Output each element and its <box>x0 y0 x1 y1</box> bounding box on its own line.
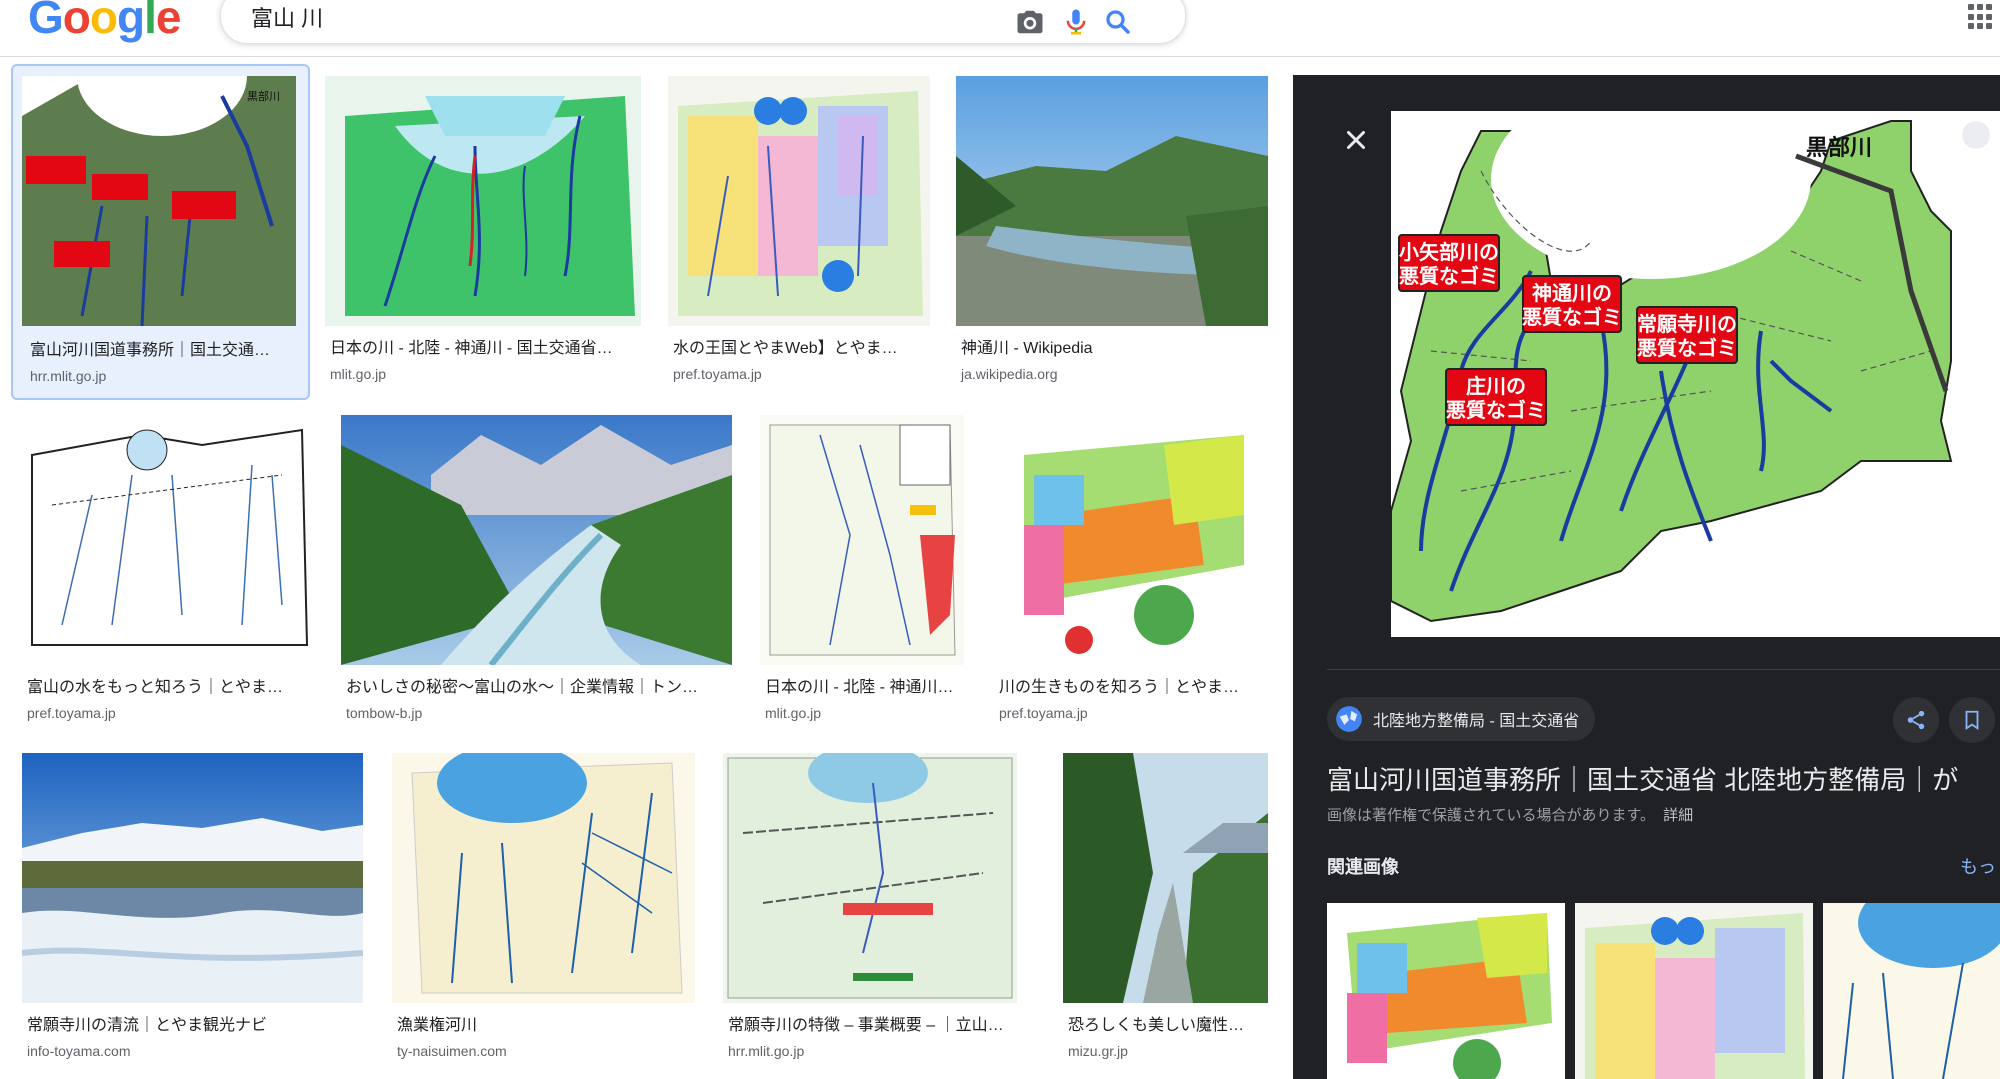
source-chip-label: 北陸地方整備局 - 国土交通省 <box>1373 713 1580 730</box>
result-tile[interactable]: 常願寺川の清流｜とやま観光ナビ info-toyama.com <box>22 753 363 1067</box>
result-caption[interactable]: 漁業権河川 <box>397 1016 690 1036</box>
result-thumbnail[interactable] <box>22 753 363 1003</box>
result-caption[interactable]: 水の王国とやまWeb】とやま… <box>673 339 925 359</box>
result-source: pref.toyama.jp <box>27 705 116 721</box>
result-tile[interactable]: 日本の川 - 北陸 - 神通川 - 国土交通省… mlit.go.jp <box>325 76 641 396</box>
related-image[interactable] <box>1575 903 1813 1079</box>
result-caption[interactable]: 日本の川 - 北陸 - 神通川 - 国土交通省… <box>330 339 636 359</box>
result-caption[interactable]: 神通川 - Wikipedia <box>961 339 1263 359</box>
result-thumbnail[interactable] <box>341 415 732 665</box>
related-heading: 関連画像 <box>1327 857 1399 877</box>
search-icon[interactable] <box>1103 7 1133 37</box>
result-source: ty-naisuimen.com <box>397 1043 507 1059</box>
result-tile[interactable]: 恐ろしくも美しい魔性… mizu.gr.jp <box>1063 753 1268 1067</box>
result-thumbnail[interactable] <box>668 76 930 326</box>
result-thumbnail[interactable] <box>760 415 964 665</box>
save-button[interactable] <box>1949 697 1995 743</box>
result-thumbnail[interactable] <box>723 753 1017 1003</box>
next-image-icon[interactable] <box>1962 121 1990 149</box>
preview-image[interactable]: 黒部川 小矢部川の 悪質なゴミ 神通川の 悪質なゴミ 常願寺川の 悪質なゴミ 庄… <box>1391 111 2000 637</box>
result-source: tombow-b.jp <box>346 705 423 721</box>
result-tile[interactable]: 川の生きものを知ろう｜とやま… pref.toyama.jp <box>994 415 1268 729</box>
preview-panel: 黒部川 小矢部川の 悪質なゴミ 神通川の 悪質なゴミ 常願寺川の 悪質なゴミ 庄… <box>1293 75 2000 1079</box>
result-thumbnail[interactable] <box>956 76 1268 326</box>
google-logo[interactable]: Google <box>28 0 181 40</box>
top-bar: Google <box>0 0 2000 57</box>
label-joganji-line1: 常願寺川の <box>1637 312 1737 336</box>
more-link[interactable]: もっ <box>1960 853 1996 879</box>
river-label-kurobe: 黒部川 <box>1806 135 1872 161</box>
label-sho-line1: 庄川の <box>1466 374 1526 398</box>
result-caption[interactable]: 常願寺川の清流｜とやま観光ナビ <box>27 1016 358 1036</box>
copyright-notice: 画像は著作権で保護されている場合があります。 詳細 <box>1327 804 1693 825</box>
bookmark-icon <box>1965 710 1979 730</box>
result-tile[interactable]: 漁業権河川 ty-naisuimen.com <box>392 753 695 1067</box>
result-tile[interactable]: 日本の川 - 北陸 - 神通川… mlit.go.jp <box>760 415 964 729</box>
label-jinzu-line2: 悪質なゴミ <box>1522 305 1622 329</box>
share-icon <box>1907 710 1925 730</box>
result-source: hrr.mlit.go.jp <box>30 368 107 384</box>
mic-icon[interactable] <box>1061 7 1091 37</box>
result-thumbnail[interactable] <box>1063 753 1268 1003</box>
label-joganji-line2: 悪質なゴミ <box>1637 336 1737 360</box>
source-chip[interactable]: 北陸地方整備局 - 国土交通省 <box>1327 697 1596 741</box>
result-tile[interactable]: 水の王国とやまWeb】とやま… pref.toyama.jp <box>668 76 930 396</box>
svg-text:黒部川: 黒部川 <box>247 89 280 103</box>
result-tile[interactable]: 神通川 - Wikipedia ja.wikipedia.org <box>956 76 1268 396</box>
result-source: mizu.gr.jp <box>1068 1043 1128 1059</box>
search-input[interactable] <box>249 1 973 33</box>
preview-title[interactable]: 富山河川国道事務所｜国土交通省 北陸地方整備局｜が <box>1327 760 1958 797</box>
copyright-text: 画像は著作権で保護されている場合があります。 <box>1327 807 1656 824</box>
result-tile[interactable]: 黒部川 富山河川国道事務所｜国土交通… hrr.mlit.go.jp <box>11 64 310 400</box>
result-thumbnail[interactable] <box>994 415 1268 665</box>
result-source: ja.wikipedia.org <box>961 366 1058 382</box>
label-oyabe-line1: 小矢部川の <box>1399 240 1499 264</box>
close-icon[interactable] <box>1341 125 1371 155</box>
result-caption[interactable]: 恐ろしくも美しい魔性… <box>1068 1016 1263 1036</box>
details-link[interactable]: 詳細 <box>1663 807 1693 824</box>
related-image[interactable] <box>1823 903 2000 1079</box>
camera-icon[interactable] <box>1015 7 1045 37</box>
result-caption[interactable]: 富山の水をもっと知ろう｜とやま… <box>27 678 309 698</box>
result-caption[interactable]: 日本の川 - 北陸 - 神通川… <box>765 678 959 698</box>
result-source: mlit.go.jp <box>765 705 822 721</box>
share-button[interactable] <box>1893 697 1939 743</box>
result-caption[interactable]: 川の生きものを知ろう｜とやま… <box>999 678 1263 698</box>
result-caption[interactable]: 富山河川国道事務所｜国土交通… <box>30 341 298 361</box>
divider <box>1327 669 2000 670</box>
result-caption[interactable]: おいしさの秘密〜富山の水〜｜企業情報｜トン… <box>346 678 727 698</box>
globe-icon <box>1336 706 1362 732</box>
related-image[interactable] <box>1327 903 1565 1079</box>
result-thumbnail[interactable] <box>392 753 695 1003</box>
result-source: hrr.mlit.go.jp <box>728 1043 805 1059</box>
apps-icon[interactable] <box>1968 4 1994 30</box>
label-oyabe-line2: 悪質なゴミ <box>1399 264 1499 288</box>
result-tile[interactable]: おいしさの秘密〜富山の水〜｜企業情報｜トン… tombow-b.jp <box>341 415 732 729</box>
label-jinzu-line1: 神通川の <box>1532 281 1612 305</box>
result-tile[interactable]: 富山の水をもっと知ろう｜とやま… pref.toyama.jp <box>22 415 314 729</box>
result-source: mlit.go.jp <box>330 366 387 382</box>
result-thumbnail[interactable]: 黒部川 <box>22 76 296 326</box>
result-source: pref.toyama.jp <box>673 366 762 382</box>
result-thumbnail[interactable] <box>22 415 314 665</box>
search-box <box>220 0 1186 44</box>
result-caption[interactable]: 常願寺川の特徴 – 事業概要 – ｜立山… <box>728 1016 1012 1036</box>
result-source: info-toyama.com <box>27 1043 131 1059</box>
result-thumbnail[interactable] <box>325 76 641 326</box>
result-source: pref.toyama.jp <box>999 705 1088 721</box>
result-tile[interactable]: 常願寺川の特徴 – 事業概要 – ｜立山… hrr.mlit.go.jp <box>723 753 1017 1067</box>
label-sho-line2: 悪質なゴミ <box>1446 398 1546 422</box>
